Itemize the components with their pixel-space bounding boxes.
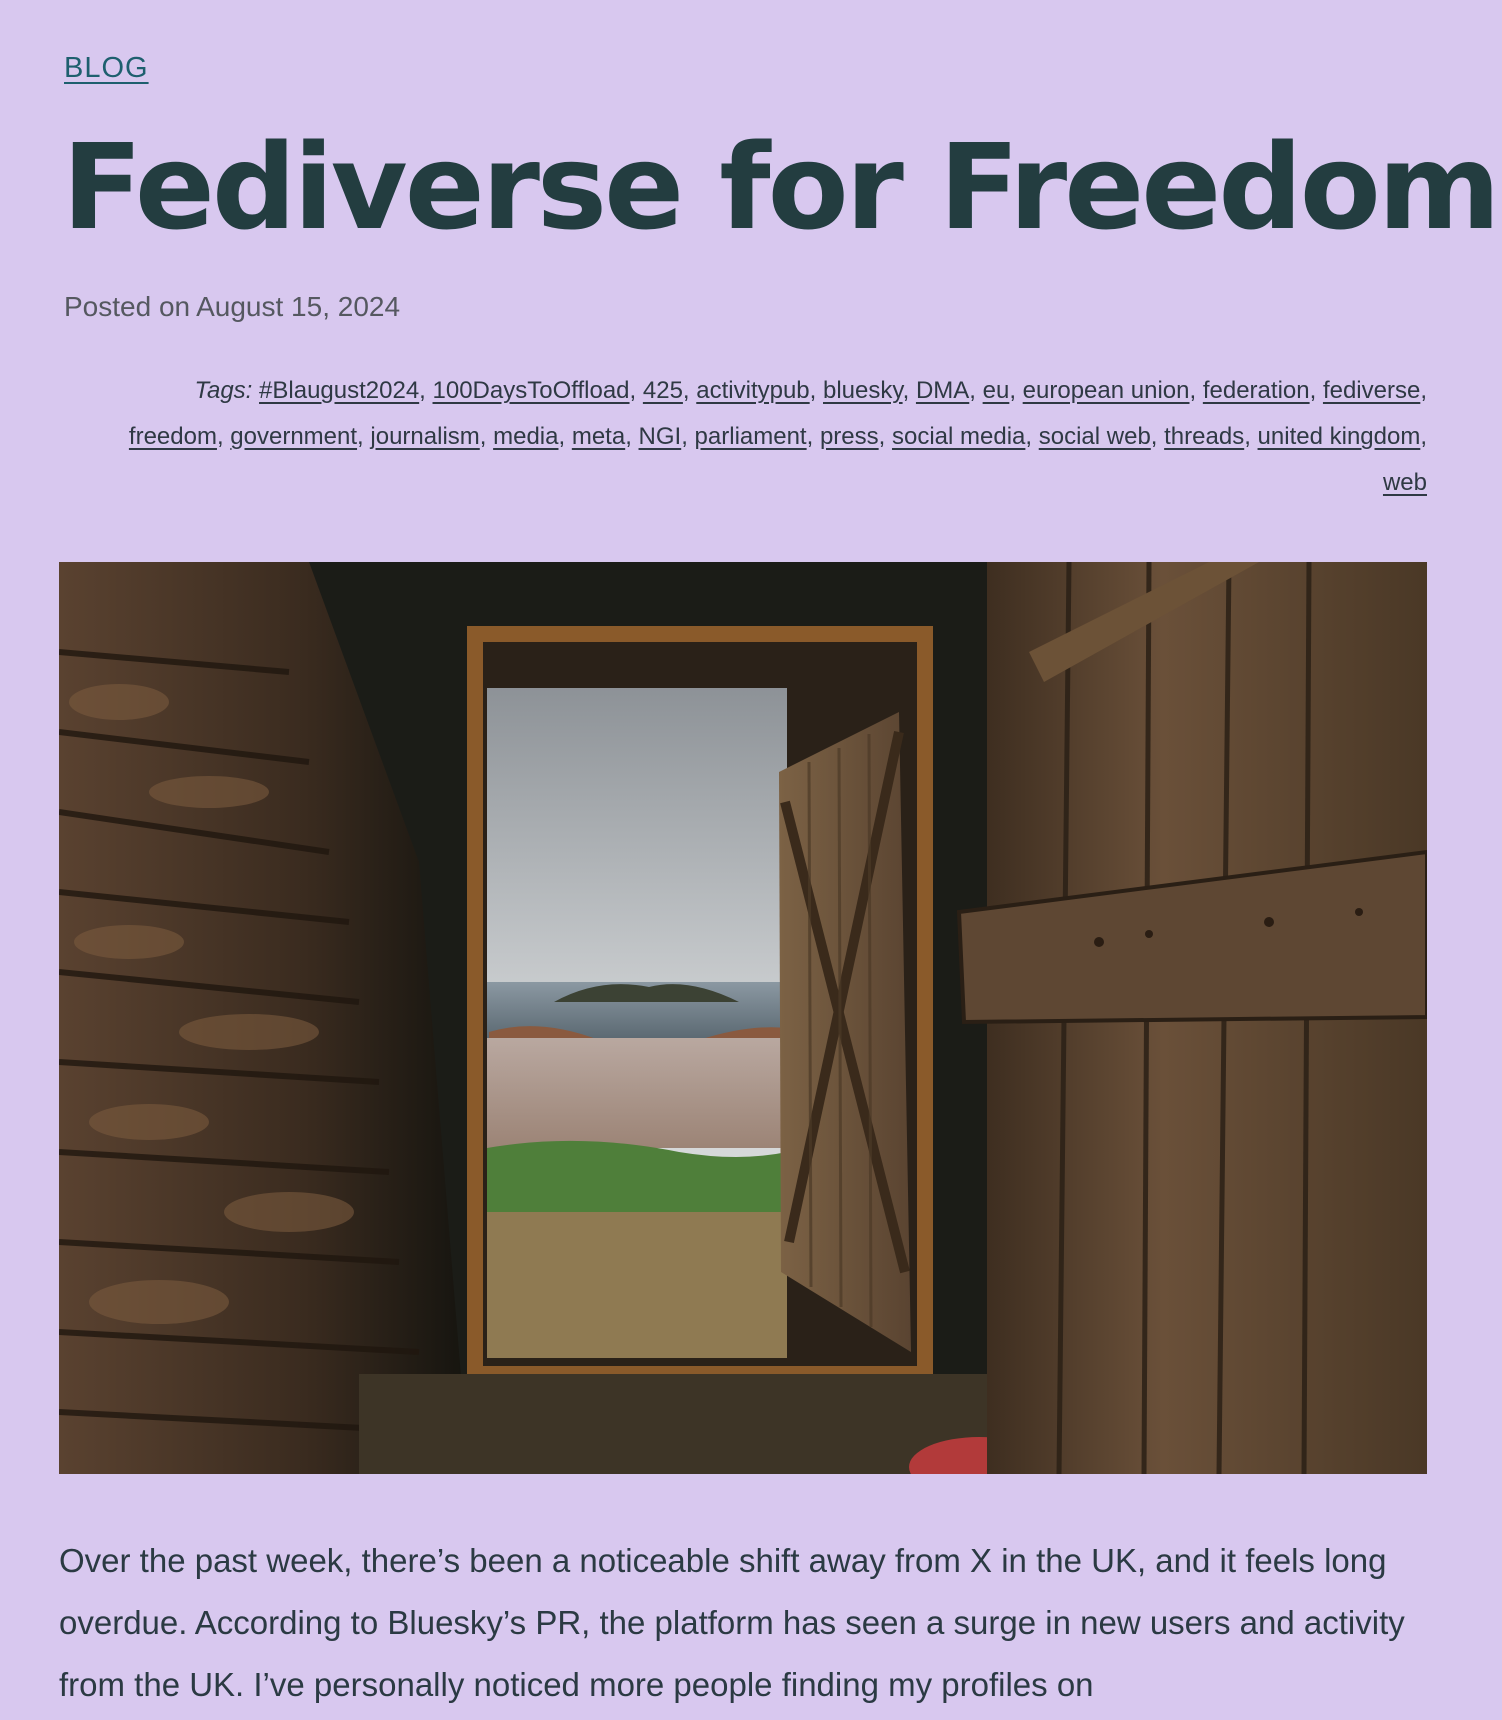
tag-link[interactable]: social web	[1039, 423, 1151, 450]
blog-category-link[interactable]: BLOG	[64, 52, 149, 85]
tag-link[interactable]: european union	[1023, 377, 1190, 404]
tag-separator: ,	[1309, 377, 1323, 404]
tag-link[interactable]: federation	[1203, 377, 1310, 404]
tag-link[interactable]: press	[820, 423, 879, 450]
tag-separator: ,	[878, 423, 892, 450]
tag-separator: ,	[558, 423, 572, 450]
tag-list: Tags: #Blaugust2024, 100DaysToOffload, 4…	[120, 368, 1427, 506]
tags-label: Tags:	[194, 377, 253, 404]
page-title: Fediverse for Freedom	[62, 118, 1501, 256]
tag-link[interactable]: government	[230, 423, 357, 450]
tag-link[interactable]: meta	[572, 423, 625, 450]
tag-separator: ,	[1244, 423, 1258, 450]
hero-image	[59, 562, 1427, 1474]
tag-link[interactable]: activitypub	[696, 377, 809, 404]
tag-link[interactable]: DMA	[916, 377, 969, 404]
tag-separator: ,	[1420, 423, 1427, 450]
tag-separator: ,	[902, 377, 916, 404]
tag-link[interactable]: media	[493, 423, 558, 450]
tag-separator: ,	[806, 423, 820, 450]
tag-separator: ,	[1189, 377, 1203, 404]
tag-separator: ,	[1150, 423, 1165, 450]
page: BLOG Fediverse for Freedom Posted on Augu…	[0, 0, 1502, 1720]
tag-link[interactable]: freedom	[129, 423, 217, 450]
posted-date: August 15, 2024	[196, 291, 401, 322]
tag-link[interactable]: eu	[983, 377, 1010, 404]
tag-separator: ,	[1025, 423, 1039, 450]
tag-link[interactable]: parliament	[695, 423, 807, 450]
tag-separator: ,	[682, 377, 697, 404]
tag-link[interactable]: social media	[892, 423, 1025, 450]
tag-link[interactable]: journalism	[370, 423, 479, 450]
tag-separator: ,	[479, 423, 494, 450]
tag-link[interactable]: threads	[1164, 423, 1244, 450]
tag-separator: ,	[357, 423, 371, 450]
tag-link[interactable]: web	[1383, 469, 1427, 496]
post-meta: Posted on August 15, 2024	[64, 291, 400, 323]
tag-links: #Blaugust2024, 100DaysToOffload, 425, ac…	[129, 377, 1427, 496]
tag-separator: ,	[216, 423, 231, 450]
tag-link[interactable]: NGI	[639, 423, 682, 450]
posted-prefix: Posted on	[64, 291, 191, 322]
photo-open-barn-door-to-sea-icon	[59, 562, 1427, 1474]
tag-separator: ,	[681, 423, 695, 450]
tag-separator: ,	[969, 377, 983, 404]
tag-link[interactable]: united kingdom	[1258, 423, 1421, 450]
tag-separator: ,	[419, 377, 433, 404]
tag-link[interactable]: bluesky	[823, 377, 903, 404]
tag-separator: ,	[1009, 377, 1023, 404]
article-body: Over the past week, there’s been a notic…	[59, 1530, 1439, 1716]
tag-separator: ,	[629, 377, 643, 404]
tag-link[interactable]: #Blaugust2024	[259, 377, 419, 404]
tag-link[interactable]: 100DaysToOffload	[433, 377, 630, 404]
tag-separator: ,	[809, 377, 823, 404]
article-intro-paragraph: Over the past week, there’s been a notic…	[59, 1542, 1405, 1703]
tag-separator: ,	[1420, 377, 1427, 404]
tag-link[interactable]: fediverse	[1323, 377, 1420, 404]
tag-link[interactable]: 425	[643, 377, 683, 404]
tag-separator: ,	[625, 423, 639, 450]
